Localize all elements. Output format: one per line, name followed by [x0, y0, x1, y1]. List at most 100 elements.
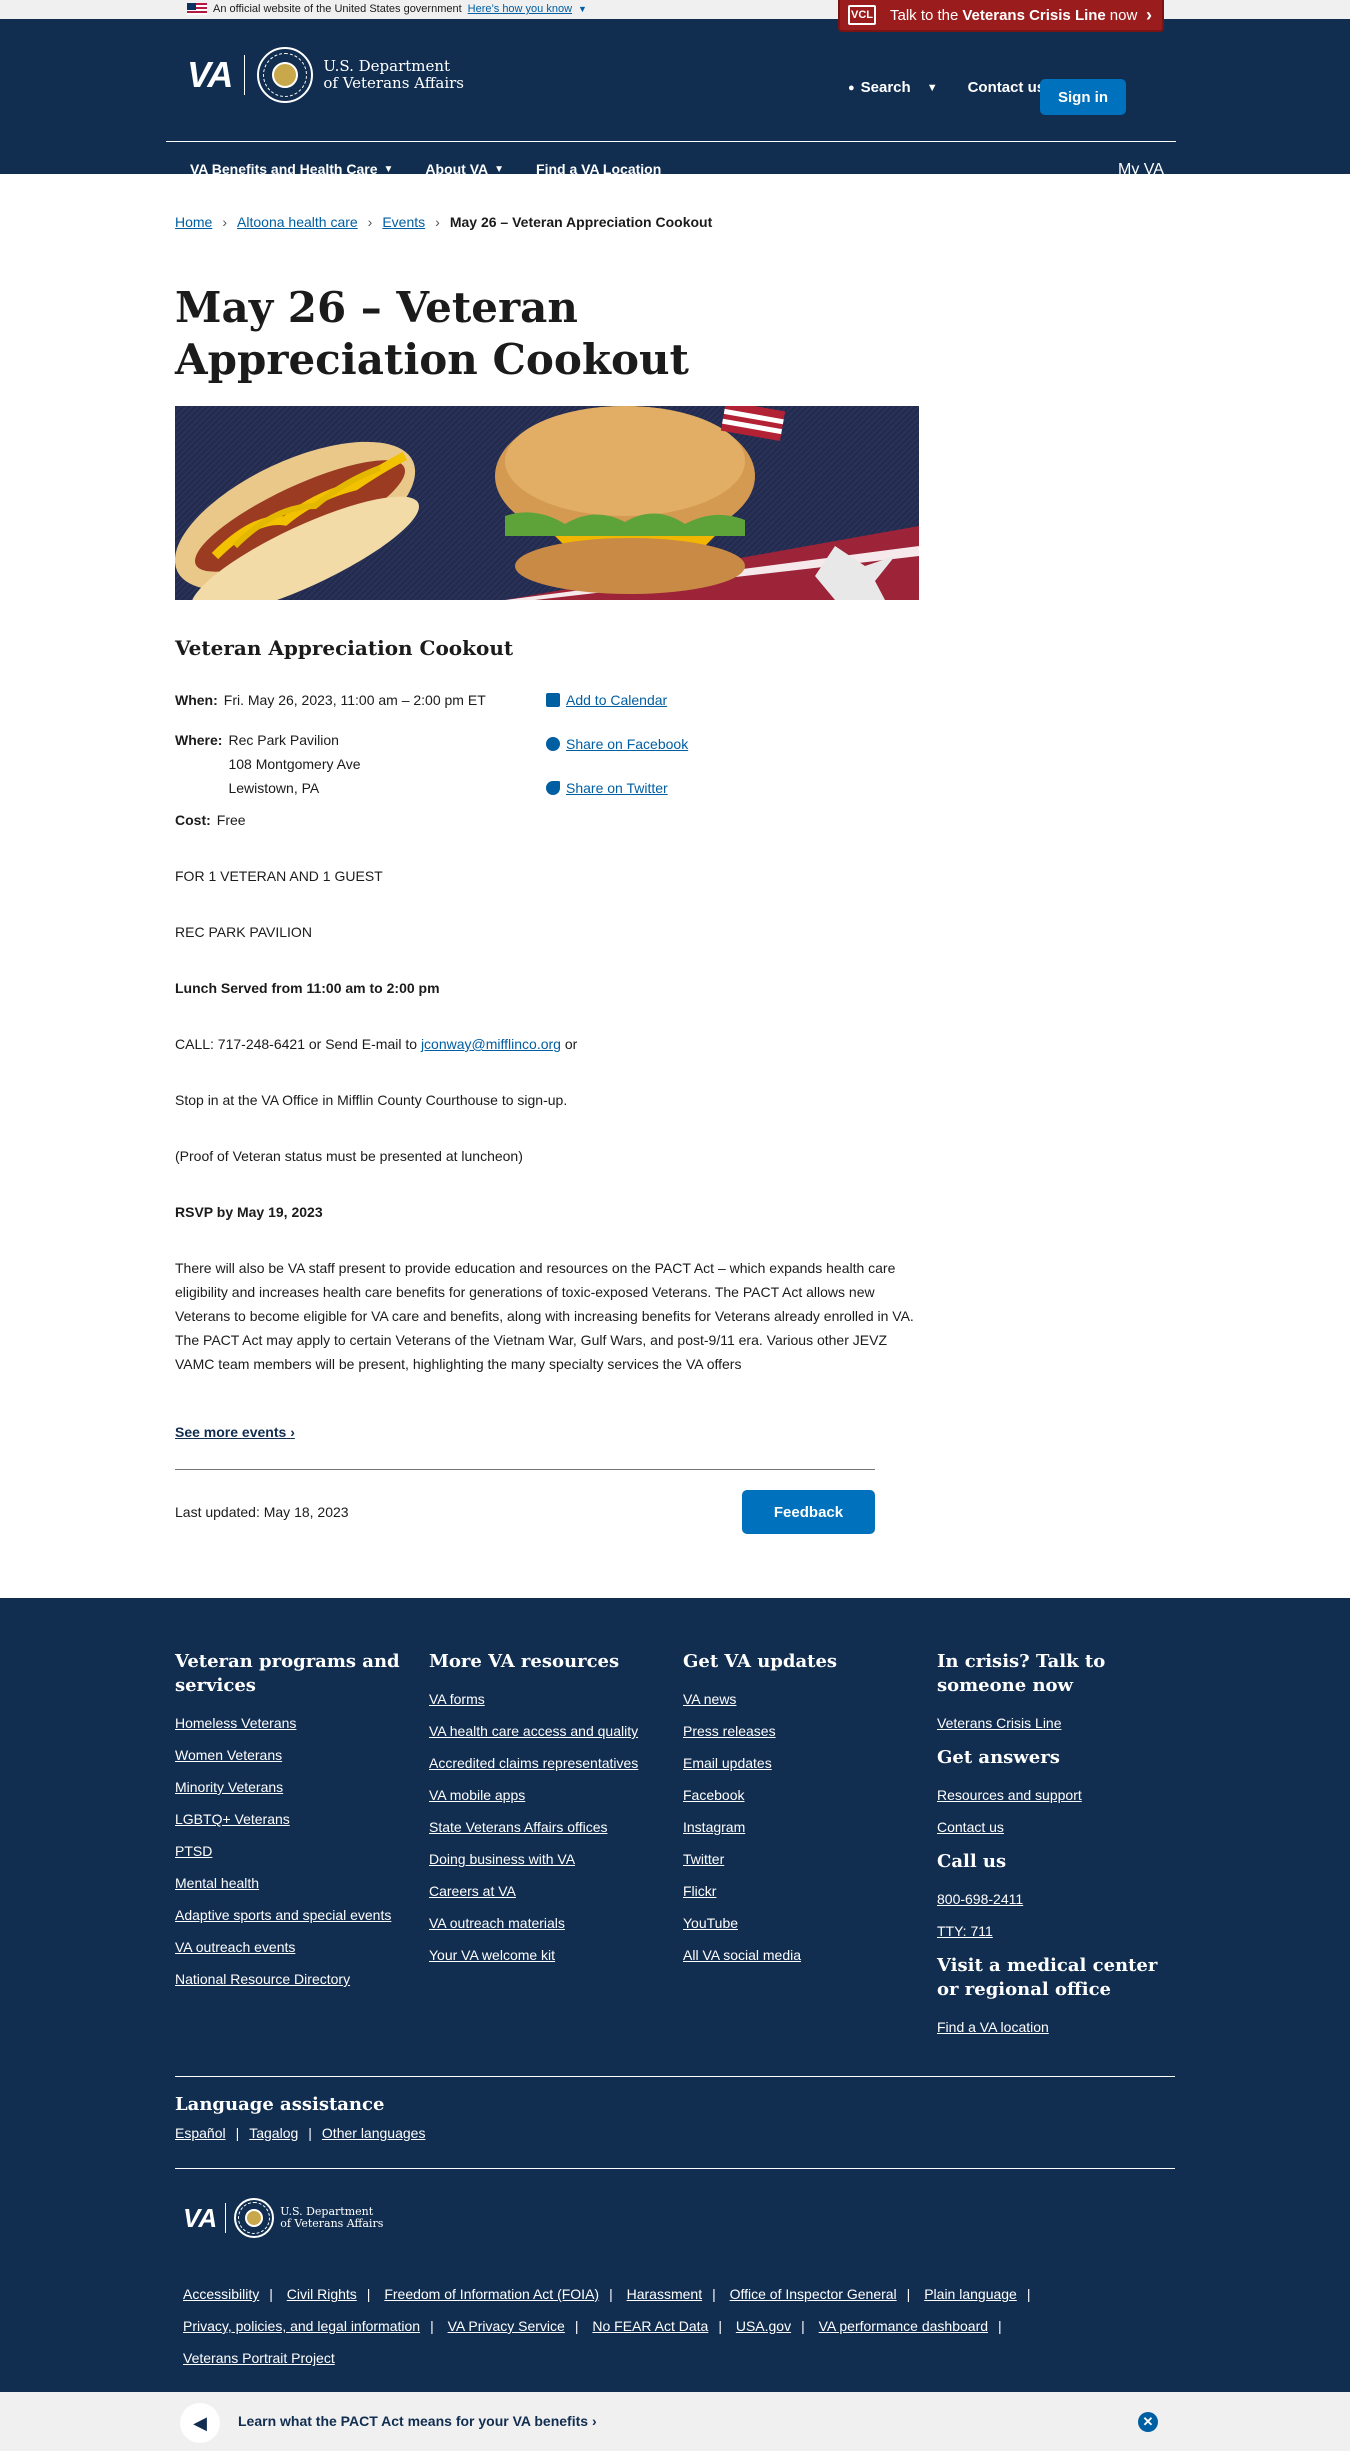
footer-link[interactable]: PTSD	[175, 1842, 415, 1860]
chevron-down-icon: ▼	[578, 4, 587, 14]
site-header: VA U.S. Department of Veterans Affairs ● …	[0, 19, 1350, 178]
contact-us-link[interactable]: Contact us	[968, 79, 1046, 96]
sign-in-button[interactable]: Sign in	[1040, 79, 1126, 115]
footer-bottom-link[interactable]: Harassment	[627, 2286, 702, 2302]
footer-link[interactable]: All VA social media	[683, 1946, 923, 1964]
footer-bottom-link[interactable]: USA.gov	[736, 2318, 791, 2334]
crisis-line-icon: VCL	[848, 5, 876, 25]
footer-heading: Get answers	[937, 1747, 1060, 1768]
footer-link[interactable]: Minority Veterans	[175, 1778, 415, 1796]
va-seal-icon	[234, 2198, 275, 2238]
crisis-suffix: now	[1109, 6, 1138, 24]
va-logo[interactable]: VA U.S. Department of Veterans Affairs	[187, 47, 464, 103]
crisis-line-button[interactable]: VCL Talk to the Veterans Crisis Line now…	[838, 0, 1164, 32]
footer-bottom-link[interactable]: Office of Inspector General	[730, 2286, 897, 2302]
footer-link[interactable]: Press releases	[683, 1722, 923, 1740]
footer-link[interactable]: LGBTQ+ Veterans	[175, 1810, 415, 1828]
footer-link[interactable]: Twitter	[683, 1850, 923, 1868]
footer-link[interactable]: Contact us	[937, 1818, 1177, 1836]
breadcrumb-altoona[interactable]: Altoona health care	[237, 214, 358, 230]
breadcrumb-events[interactable]: Events	[382, 214, 425, 230]
footer-link[interactable]: Mental health	[175, 1874, 415, 1892]
footer-link[interactable]: Women Veterans	[175, 1746, 415, 1764]
footer-heading: Veteran programs and services	[175, 1651, 400, 1696]
va-wordmark: VA	[183, 2202, 218, 2233]
footer-bottom-link[interactable]: Privacy, policies, and legal information	[183, 2318, 420, 2334]
chevron-right-icon: ›	[1146, 4, 1152, 25]
footer-bottom-link[interactable]: Civil Rights	[287, 2286, 357, 2302]
footer-bottom-link[interactable]: No FEAR Act Data	[592, 2318, 708, 2334]
lang-espanol[interactable]: Español	[175, 2125, 226, 2141]
logo-divider	[244, 55, 246, 95]
footer-link[interactable]: State Veterans Affairs offices	[429, 1818, 669, 1836]
footer-link[interactable]: VA mobile apps	[429, 1786, 669, 1804]
footer-link[interactable]: Flickr	[683, 1882, 923, 1900]
crisis-prefix: Talk to the	[890, 6, 959, 24]
footer-col-resources: More VA resources VA forms VA health car…	[429, 1650, 669, 1978]
lang-other[interactable]: Other languages	[322, 2125, 426, 2141]
footer-link[interactable]: VA news	[683, 1690, 923, 1708]
footer-link[interactable]: Homeless Veterans	[175, 1714, 415, 1732]
megaphone-icon: ◀	[180, 2403, 220, 2443]
page-title: May 26 – Veteran Appreciation Cookout	[175, 283, 689, 384]
breadcrumb-separator: ›	[367, 214, 373, 230]
footer-link[interactable]: Accredited claims representatives	[429, 1754, 669, 1772]
pact-act-banner: ◀ Learn what the PACT Act means for your…	[0, 2392, 1350, 2451]
footer-link[interactable]: Adaptive sports and special events	[175, 1906, 415, 1924]
footer-link[interactable]: Careers at VA	[429, 1882, 669, 1900]
footer-link[interactable]: VA health care access and quality	[429, 1722, 669, 1740]
footer-bottom-link[interactable]: Veterans Portrait Project	[183, 2350, 335, 2366]
footer-link[interactable]: YouTube	[683, 1914, 923, 1932]
see-more-events-link[interactable]: See more events ›	[175, 1424, 295, 1440]
chevron-down-icon: ▼	[383, 163, 394, 175]
when-label: When:	[175, 692, 218, 708]
footer-bottom-link[interactable]: Plain language	[924, 2286, 1017, 2302]
footer-bottom-link[interactable]: Accessibility	[183, 2286, 259, 2302]
close-icon[interactable]: ✕	[1138, 2412, 1158, 2432]
para-guest: FOR 1 VETERAN AND 1 GUEST	[175, 868, 383, 884]
tty-link[interactable]: TTY: 711	[937, 1922, 1177, 1940]
para-proof: (Proof of Veteran status must be present…	[175, 1148, 523, 1164]
find-location-link[interactable]: Find a VA location	[937, 2018, 1177, 2036]
va-wordmark: VA	[187, 54, 233, 95]
footer-bottom-link[interactable]: VA performance dashboard	[819, 2318, 988, 2334]
footer-va-logo[interactable]: VA U.S. Department of Veterans Affairs	[183, 2198, 383, 2238]
pact-act-link[interactable]: Learn what the PACT Act means for your V…	[238, 2413, 597, 2429]
footer-link[interactable]: Doing business with VA	[429, 1850, 669, 1868]
breadcrumb-home[interactable]: Home	[175, 214, 212, 230]
chevron-right-icon: ›	[290, 1424, 295, 1440]
add-to-calendar-link[interactable]: Add to Calendar	[566, 692, 667, 708]
footer-link[interactable]: VA outreach events	[175, 1938, 415, 1956]
footer-link[interactable]: Your VA welcome kit	[429, 1946, 669, 1964]
facebook-icon	[546, 737, 560, 751]
para-lunch: Lunch Served from 11:00 am to 2:00 pm	[175, 980, 440, 996]
footer-link[interactable]: Email updates	[683, 1754, 923, 1772]
footer-bottom-link[interactable]: VA Privacy Service	[448, 2318, 565, 2334]
phone-link[interactable]: 800-698-2411	[937, 1890, 1177, 1908]
footer-heading: In crisis? Talk to someone now	[937, 1651, 1106, 1696]
event-description: FOR 1 VETERAN AND 1 GUEST REC PARK PAVIL…	[175, 864, 920, 1408]
email-link[interactable]: jconway@mifflinco.org	[421, 1036, 561, 1052]
share-twitter-link[interactable]: Share on Twitter	[566, 780, 668, 796]
footer-bottom-link[interactable]: Freedom of Information Act (FOIA)	[384, 2286, 599, 2302]
footer-link[interactable]: Resources and support	[937, 1786, 1177, 1804]
breadcrumb-separator: ›	[435, 214, 440, 230]
va-seal-icon	[257, 47, 314, 103]
search-label: Search	[860, 79, 911, 96]
footer-link[interactable]: VA forms	[429, 1690, 669, 1708]
feedback-button[interactable]: Feedback	[742, 1490, 875, 1534]
share-facebook-link[interactable]: Share on Facebook	[566, 736, 688, 752]
how-you-know-link[interactable]: Here’s how you know	[468, 3, 572, 15]
lang-tagalog[interactable]: Tagalog	[249, 2125, 298, 2141]
para-pact: There will also be VA staff present to p…	[175, 1260, 914, 1372]
footer-link[interactable]: VA outreach materials	[429, 1914, 669, 1932]
footer-divider	[175, 2076, 1175, 2077]
chevron-down-icon: ▼	[926, 81, 938, 94]
cost-value: Free	[216, 812, 246, 828]
official-text: An official website of the United States…	[213, 3, 462, 15]
search-button[interactable]: ● Search ▼	[848, 79, 938, 96]
footer-link[interactable]: Instagram	[683, 1818, 923, 1836]
footer-link[interactable]: National Resource Directory	[175, 1970, 415, 1988]
footer-link[interactable]: Facebook	[683, 1786, 923, 1804]
crisis-line-link[interactable]: Veterans Crisis Line	[937, 1714, 1177, 1732]
